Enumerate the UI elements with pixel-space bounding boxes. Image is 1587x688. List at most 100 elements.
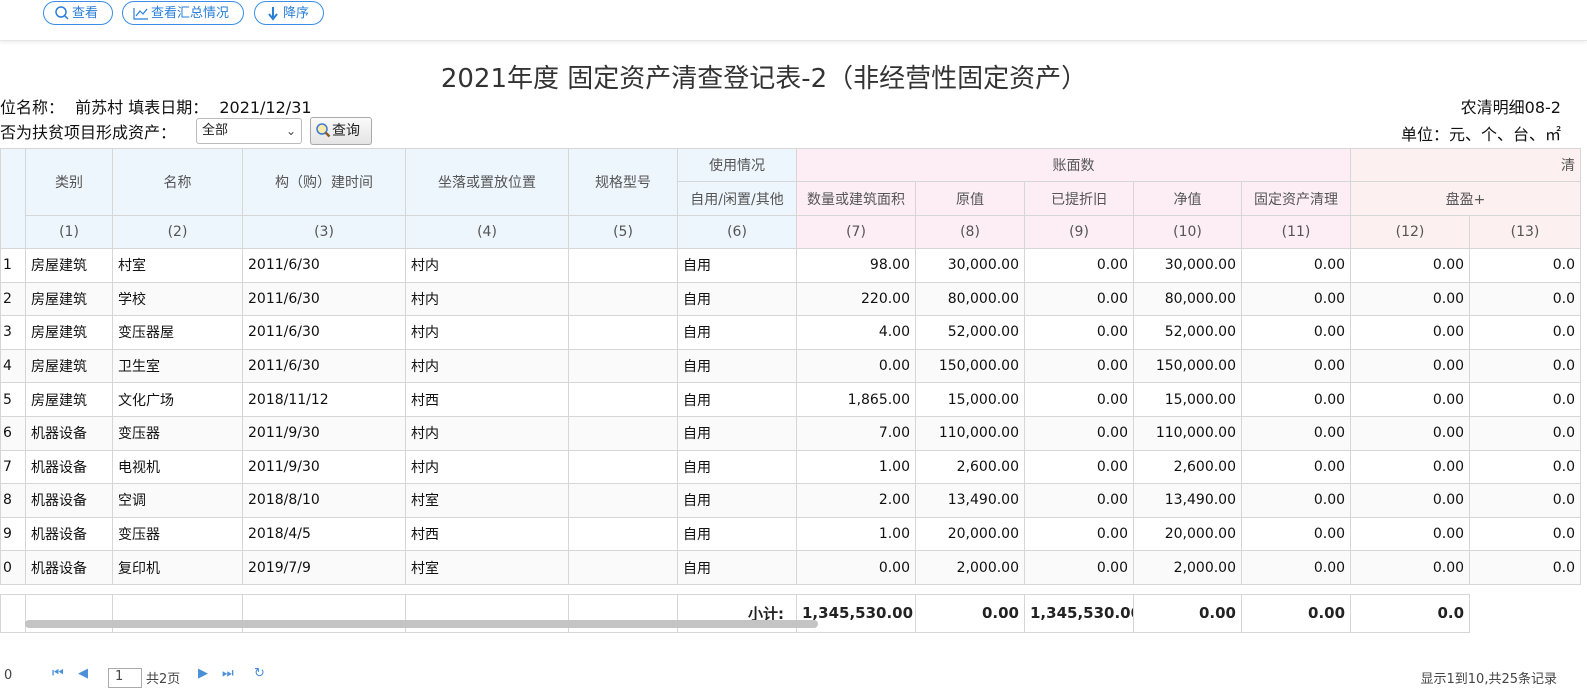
cell-name: 学校 <box>112 281 243 317</box>
header-depr: 已提折旧 <box>1024 181 1134 216</box>
page-size-select[interactable]: 0 <box>4 668 12 683</box>
cell-surplus-qty: 0.00 <box>1350 348 1471 384</box>
view-button[interactable]: 查看 <box>43 1 113 25</box>
cell-category: 房屋建筑 <box>25 281 113 317</box>
cell-clean: 0.00 <box>1240 315 1352 350</box>
subtotal-clean: 0.00 <box>1133 593 1242 633</box>
cell-qty: 2.00 <box>796 483 916 518</box>
header-orig: 原值 <box>915 181 1025 216</box>
subtotal-surplus-amount: 0.0 <box>1350 593 1471 633</box>
cell-clean: 0.00 <box>1240 382 1352 417</box>
header-num-6: (6) <box>677 215 797 249</box>
pager: 0 ⏮ ◀ 1 共2页 ▶ ⏭ ↻ 显示1到10,共25条记录 <box>0 664 1587 688</box>
cell-orig: 13,490.00 <box>915 483 1025 518</box>
subtotal-surplus-qty: 0.00 <box>1240 593 1352 633</box>
table-row[interactable]: 2 房屋建筑 学校 2011/6/30 村内 自用 220.00 80,000.00 0.00 8… <box>0 281 1582 317</box>
cell-orig: 20,000.00 <box>915 516 1025 552</box>
poverty-filter-select[interactable]: 全部 ⌄ <box>196 118 302 144</box>
search-icon <box>55 6 69 20</box>
header-surplus-group: 盘盈+ <box>1350 181 1582 216</box>
cell-surplus-qty: 0.00 <box>1350 550 1471 585</box>
table-row[interactable]: 9 机器设备 变压器 2018/4/5 村西 自用 1.00 20,000.00 0.00 20,… <box>0 516 1582 552</box>
first-page-icon[interactable]: ⏮ <box>52 666 64 681</box>
row-index: 0 <box>0 550 26 585</box>
cell-net: 150,000.00 <box>1133 348 1242 384</box>
cell-category: 机器设备 <box>25 449 113 485</box>
cell-depr: 0.00 <box>1024 449 1134 485</box>
cell-clean: 0.00 <box>1240 281 1352 317</box>
cell-build-time: 2018/8/10 <box>242 483 406 518</box>
query-button[interactable]: 查询 <box>310 117 372 145</box>
table-row[interactable]: 4 房屋建筑 卫生室 2011/6/30 村内 自用 0.00 150,000.00 0.00 1… <box>0 348 1582 384</box>
cell-surplus-amount: 0.0 <box>1469 516 1582 552</box>
cell-qty: 0.00 <box>796 348 916 384</box>
cell-surplus-amount: 0.0 <box>1469 550 1582 585</box>
sort-desc-button[interactable]: 降序 <box>254 1 324 25</box>
cell-location: 村西 <box>405 382 569 417</box>
header-num-2: (2) <box>112 215 243 249</box>
cell-name: 变压器屋 <box>112 315 243 350</box>
table-row[interactable]: 1 房屋建筑 村室 2011/6/30 村内 自用 98.00 30,000.00 0.00 30… <box>0 248 1582 283</box>
summary-button[interactable]: 查看汇总情况 <box>122 1 244 25</box>
cell-surplus-qty: 0.00 <box>1350 449 1471 485</box>
horizontal-scrollbar[interactable] <box>25 620 818 628</box>
cell-location: 村内 <box>405 281 569 317</box>
header-build-time: 构（购）建时间 <box>242 148 406 216</box>
cell-qty: 4.00 <box>796 315 916 350</box>
cell-clean: 0.00 <box>1240 415 1352 451</box>
cell-spec <box>568 415 678 451</box>
header-clean: 固定资产清理 <box>1240 181 1352 216</box>
page-input[interactable]: 1 <box>108 668 142 688</box>
cell-location: 村内 <box>405 415 569 451</box>
table-row[interactable]: 0 机器设备 复印机 2019/7/9 村室 自用 0.00 2,000.00 0.00 2,00… <box>0 550 1582 585</box>
row-index: 9 <box>0 516 26 552</box>
table-row[interactable]: 3 房屋建筑 变压器屋 2011/6/30 村内 自用 4.00 52,000.00 0.00 5… <box>0 315 1582 350</box>
view-button-label: 查看 <box>72 6 99 21</box>
cell-location: 村西 <box>405 516 569 552</box>
report-code: 农清明细08-2 <box>1460 98 1561 117</box>
cell-category: 机器设备 <box>25 516 113 552</box>
row-index: 2 <box>0 281 26 317</box>
cell-usage: 自用 <box>677 382 797 417</box>
table-row[interactable]: 8 机器设备 空调 2018/8/10 村室 自用 2.00 13,490.00 0.00 13,… <box>0 483 1582 518</box>
cell-depr: 0.00 <box>1024 516 1134 552</box>
refresh-icon[interactable]: ↻ <box>254 666 265 681</box>
header-index-cell <box>0 148 26 249</box>
next-page-icon[interactable]: ▶ <box>198 666 208 681</box>
magnifier-icon <box>316 123 331 138</box>
date-value: 2021/12/31 <box>219 98 312 117</box>
prev-page-icon[interactable]: ◀ <box>78 666 88 681</box>
cell-build-time: 2011/6/30 <box>242 315 406 350</box>
subtotal-net: 1,345,530.00 <box>1024 593 1134 633</box>
cell-orig: 150,000.00 <box>915 348 1025 384</box>
total-pages: 共2页 <box>146 672 181 687</box>
cell-depr: 0.00 <box>1024 483 1134 518</box>
cell-usage: 自用 <box>677 449 797 485</box>
last-page-icon[interactable]: ⏭ <box>222 666 234 681</box>
cell-usage: 自用 <box>677 248 797 283</box>
header-check-group: 清 <box>1350 148 1582 182</box>
table-row[interactable]: 7 机器设备 电视机 2011/9/30 村内 自用 1.00 2,600.00 0.00 2,6… <box>0 449 1582 485</box>
cell-net: 20,000.00 <box>1133 516 1242 552</box>
table-row[interactable]: 5 房屋建筑 文化广场 2018/11/12 村西 自用 1,865.00 15,000.00… <box>0 382 1582 417</box>
cell-usage: 自用 <box>677 550 797 585</box>
header-num-9: (9) <box>1024 215 1134 249</box>
cell-orig: 110,000.00 <box>915 415 1025 451</box>
cell-location: 村室 <box>405 550 569 585</box>
cell-location: 村内 <box>405 449 569 485</box>
header-net: 净值 <box>1133 181 1242 216</box>
cell-category: 房屋建筑 <box>25 248 113 283</box>
poverty-filter-label: 否为扶贫项目形成资产： <box>0 123 177 142</box>
cell-name: 文化广场 <box>112 382 243 417</box>
arrow-down-icon <box>268 7 278 21</box>
cell-qty: 1,865.00 <box>796 382 916 417</box>
table-row[interactable]: 6 机器设备 变压器 2011/9/30 村内 自用 7.00 110,000.00 0.00 1… <box>0 415 1582 451</box>
cell-build-time: 2011/6/30 <box>242 348 406 384</box>
cell-spec <box>568 248 678 283</box>
cell-usage: 自用 <box>677 348 797 384</box>
header-num-3: (3) <box>242 215 406 249</box>
header-num-1: (1) <box>25 215 113 249</box>
cell-net: 15,000.00 <box>1133 382 1242 417</box>
cell-name: 复印机 <box>112 550 243 585</box>
header-qty: 数量或建筑面积 <box>796 181 916 216</box>
